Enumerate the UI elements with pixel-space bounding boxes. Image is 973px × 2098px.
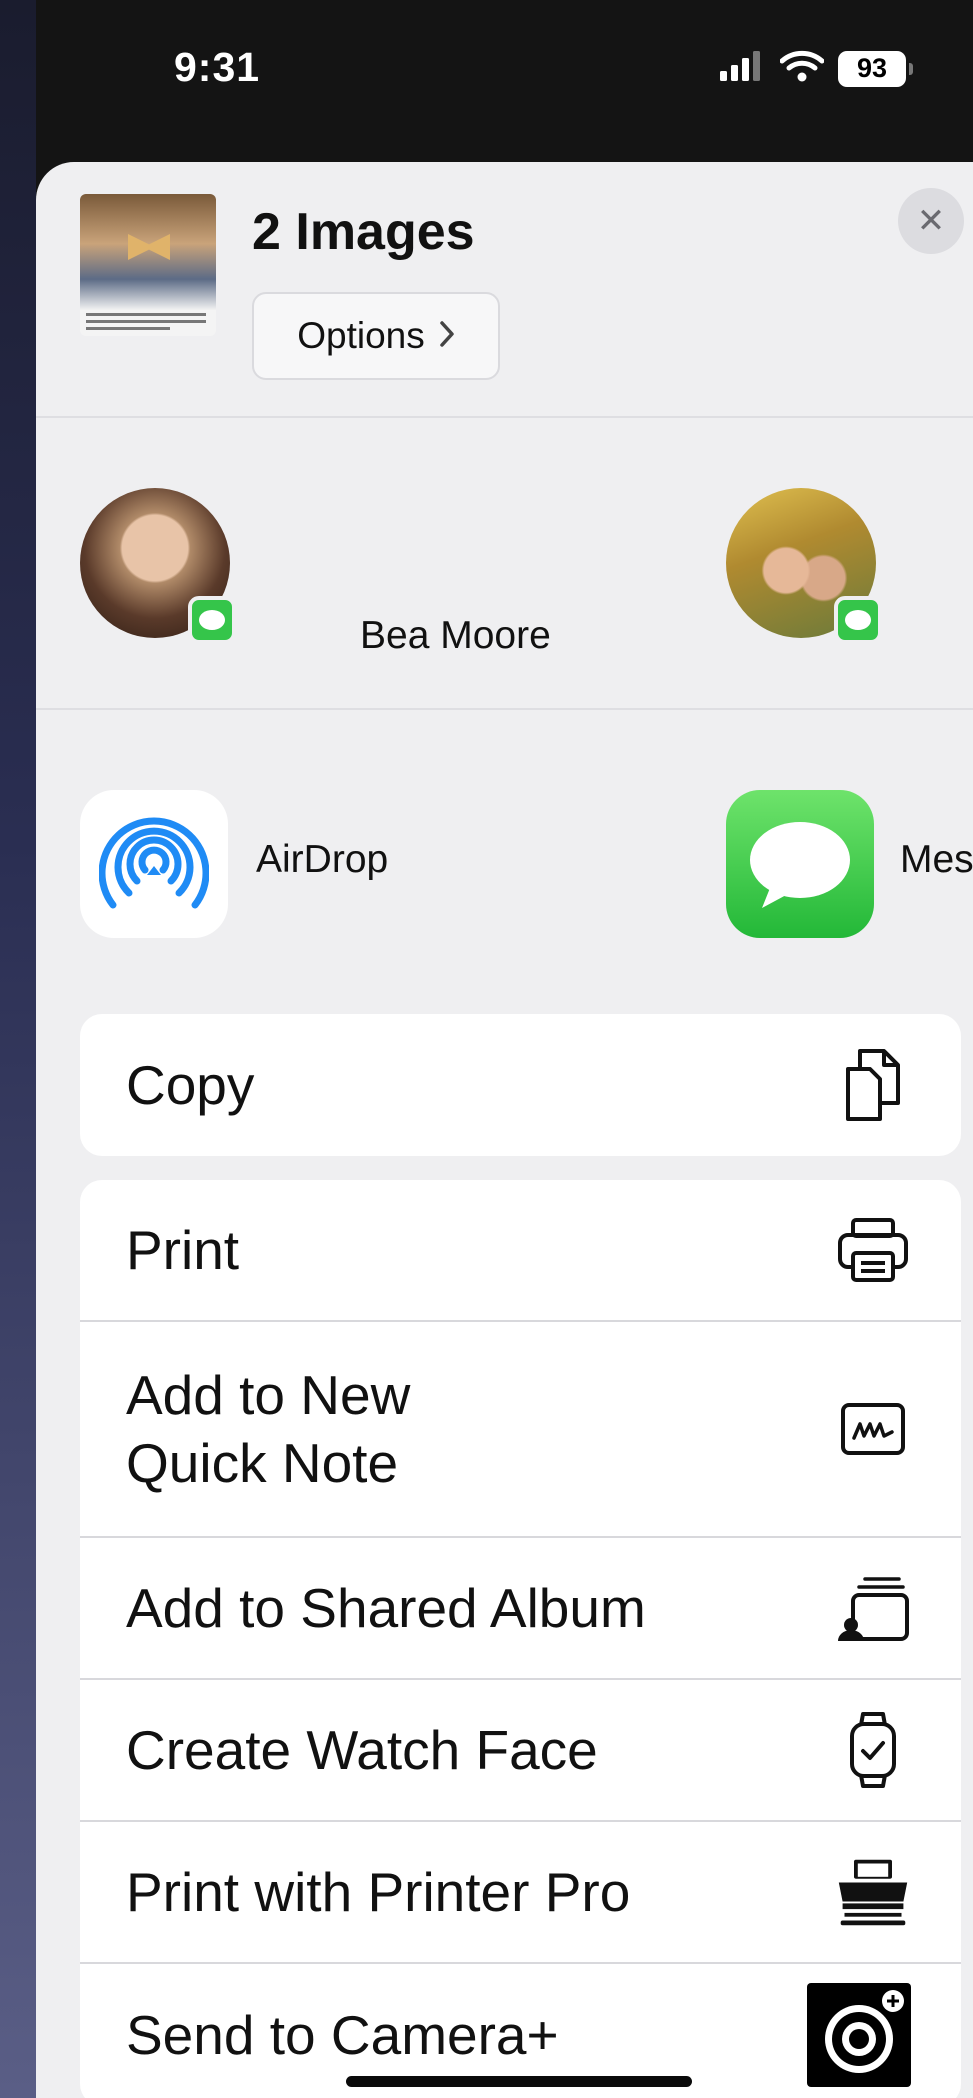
actions-group: Print Add to New Quick Note Add to Share… [80,1180,961,2098]
printer-pro-action[interactable]: Print with Printer Pro [80,1822,961,1964]
person-name-bea-moore[interactable]: Bea Moore [360,614,551,658]
print-action[interactable]: Print [80,1180,961,1322]
messages-badge-icon [834,596,882,644]
quick-note-icon [835,1391,911,1467]
copy-action[interactable]: Copy [80,1014,961,1156]
close-icon: ✕ [916,202,946,240]
copy-group: Copy [80,1014,961,1156]
wifi-icon [779,50,825,87]
printer-pro-icon [835,1854,911,1930]
airdrop-icon[interactable] [80,790,228,938]
options-button[interactable]: Options [252,292,500,380]
options-label: Options [297,315,425,356]
camera-plus-icon [807,1983,911,2087]
avatar [726,488,882,644]
status-icons: 93 [720,50,913,87]
shared-album-icon [835,1570,911,1646]
copy-label: Copy [126,1053,255,1116]
quick-note-label-line1: Add to New [126,1363,411,1426]
home-indicator[interactable] [346,2076,692,2087]
watch-face-label: Create Watch Face [126,1718,598,1781]
cellular-signal-icon [720,51,766,86]
person-contact-2[interactable] [726,488,882,644]
share-sheet-header: 2 Images Options ✕ [36,162,973,418]
quick-note-label-line2: Quick Note [126,1432,399,1494]
messages-icon[interactable] [726,790,874,938]
copy-icon [835,1047,911,1123]
status-time: 9:31 [174,44,261,90]
camera-plus-label: Send to Camera+ [126,2003,559,2066]
print-label: Print [126,1218,240,1281]
watch-face-action[interactable]: Create Watch Face [80,1680,961,1822]
battery-icon: 93 [838,50,913,87]
share-sheet: 2 Images Options ✕ Bea Moore AirDrop Mes… [36,162,973,2098]
quick-note-label: Add to New Quick Note [126,1361,410,1497]
people-row: Bea Moore [36,418,973,710]
apps-row: AirDrop Mes [36,710,973,1010]
quick-note-action[interactable]: Add to New Quick Note [80,1322,961,1538]
shared-album-action[interactable]: Add to Shared Album [80,1538,961,1680]
messages-badge-icon [188,596,236,644]
close-button[interactable]: ✕ [898,188,964,254]
avatar [80,488,236,644]
watch-icon [835,1712,911,1788]
preview-thumbnail [80,194,216,336]
airdrop-label[interactable]: AirDrop [256,838,388,882]
messages-label[interactable]: Mes [900,838,973,882]
printer-icon [835,1212,911,1288]
person-contact-1[interactable] [80,488,236,644]
share-title: 2 Images [252,203,475,261]
chevron-right-icon [439,315,455,357]
printer-pro-label: Print with Printer Pro [126,1860,631,1923]
shared-album-label: Add to Shared Album [126,1576,646,1639]
